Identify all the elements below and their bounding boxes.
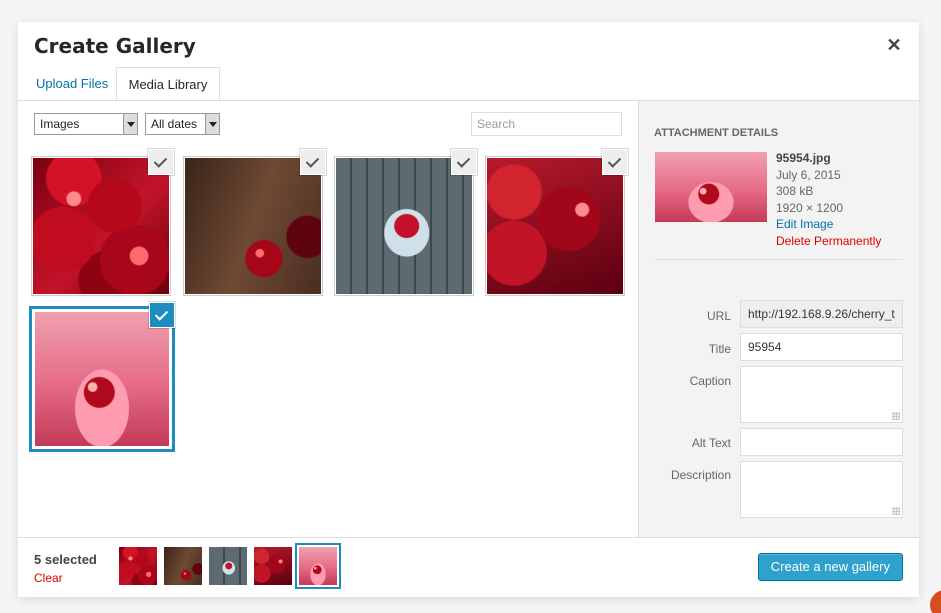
cherries-closeup-image <box>487 158 623 294</box>
search-input[interactable]: Search <box>471 112 622 136</box>
close-icon[interactable]: ✕ <box>885 36 903 54</box>
checkmark-icon[interactable] <box>149 150 173 174</box>
attachment-details-heading: Attachment Details <box>654 127 779 139</box>
attachment-details-sidebar: Attachment Details 95954.jpg July 6, 201… <box>638 101 919 537</box>
details-divider <box>655 259 903 260</box>
attachment-date: July 6, 2015 <box>776 167 841 182</box>
modal-title: Create Gallery <box>34 34 196 58</box>
caption-label: Caption <box>689 374 731 388</box>
cherries-closeup-image <box>254 547 292 585</box>
attachment-preview-image <box>655 152 767 222</box>
tab-media-library[interactable]: Media Library <box>116 67 220 101</box>
cherries-heap-image <box>119 547 157 585</box>
delete-permanently-link[interactable]: Delete Permanently <box>776 233 881 250</box>
caption-field[interactable] <box>740 366 903 423</box>
selection-count: 5 selected <box>34 552 97 567</box>
create-gallery-modal: Create Gallery ✕ Upload Files Media Libr… <box>18 22 919 597</box>
type-filter-select[interactable]: Images <box>34 113 138 135</box>
cherry-bowl-image <box>336 158 472 294</box>
cherry-bowl-image <box>209 547 247 585</box>
corner-badge <box>930 590 941 613</box>
type-filter-value: Images <box>40 117 80 131</box>
attachment-thumb[interactable] <box>183 150 325 296</box>
url-label: URL <box>706 309 731 323</box>
selection-thumb[interactable] <box>119 547 157 585</box>
attachment-thumb[interactable] <box>31 150 173 296</box>
clear-selection-link[interactable]: Clear <box>34 571 63 585</box>
resize-grip-icon[interactable] <box>892 412 900 420</box>
checkmark-icon[interactable] <box>301 150 325 174</box>
selection-thumb-active[interactable] <box>299 547 337 585</box>
title-label: Title <box>708 342 731 356</box>
checkmark-icon[interactable] <box>603 150 627 174</box>
media-browser: Images All dates Search <box>18 101 638 538</box>
alt-text-label: Alt Text <box>691 436 731 450</box>
tab-upload-files[interactable]: Upload Files <box>30 67 114 101</box>
cherry-pair-image <box>164 547 202 585</box>
attachment-thumb-active[interactable] <box>32 303 174 449</box>
selection-thumb[interactable] <box>164 547 202 585</box>
alt-text-field[interactable] <box>740 428 903 456</box>
attachment-dimensions: 1920 × 1200 <box>776 200 844 215</box>
modal-footer: 5 selected Clear Create a new gallery <box>18 537 919 597</box>
attachment-size: 308 kB <box>776 184 814 198</box>
date-filter-value: All dates <box>151 117 198 131</box>
edit-image-link[interactable]: Edit Image <box>776 216 881 233</box>
checkmark-icon[interactable] <box>452 150 476 174</box>
title-field[interactable]: 95954 <box>740 333 903 361</box>
description-label: Description <box>670 468 731 482</box>
date-filter-select[interactable]: All dates <box>145 113 220 135</box>
attachment-filename: 95954.jpg <box>776 151 831 165</box>
create-gallery-button[interactable]: Create a new gallery <box>757 553 903 581</box>
cherry-pair-image <box>185 158 321 294</box>
selection-thumb[interactable] <box>254 547 292 585</box>
cherry-splash-image <box>35 312 169 446</box>
attachment-thumb[interactable] <box>485 150 627 296</box>
resize-grip-icon[interactable] <box>892 507 900 515</box>
chevron-down-icon <box>205 114 219 134</box>
chevron-down-icon <box>123 114 137 134</box>
checkmark-icon[interactable] <box>150 303 174 327</box>
cherries-heap-image <box>33 158 169 294</box>
attachment-info: 95954.jpg July 6, 2015 308 kB 1920 × 120… <box>776 150 881 249</box>
attachment-thumb[interactable] <box>334 150 476 296</box>
cherry-splash-image <box>299 547 337 585</box>
selection-thumb[interactable] <box>209 547 247 585</box>
url-field[interactable]: http://192.168.9.26/cherry_t <box>740 300 903 328</box>
description-field[interactable] <box>740 461 903 518</box>
